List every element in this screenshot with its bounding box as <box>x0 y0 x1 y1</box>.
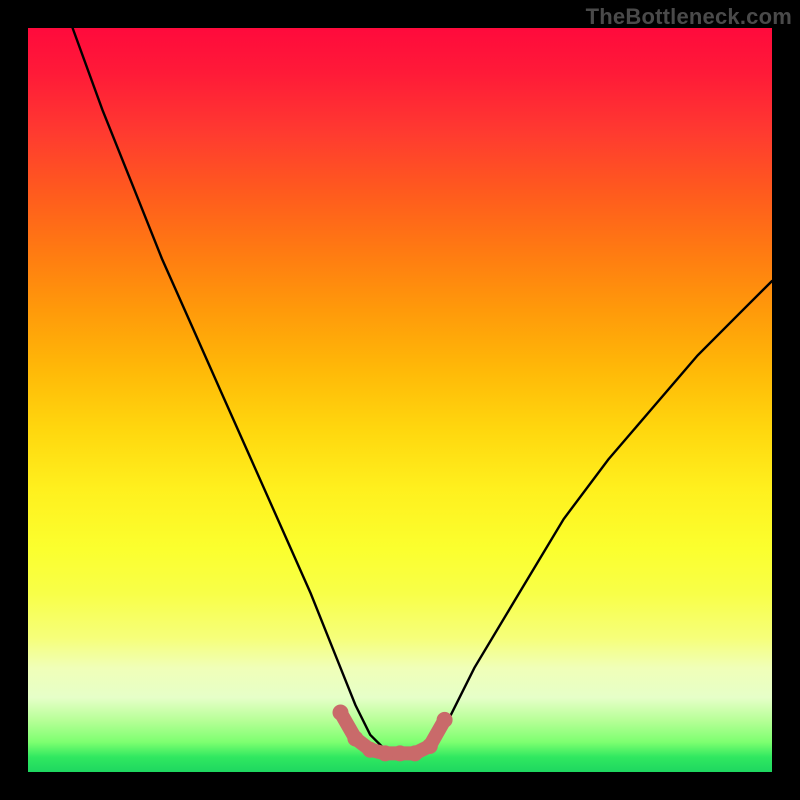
bottleneck-curve <box>73 28 772 753</box>
chart-frame: TheBottleneck.com <box>0 0 800 800</box>
valley-dot <box>333 705 349 721</box>
watermark: TheBottleneck.com <box>586 4 792 30</box>
plot-area <box>28 28 772 772</box>
valley-dot <box>437 712 453 728</box>
valley-dot <box>362 742 378 758</box>
valley-dot <box>347 731 363 747</box>
valley-dot <box>377 745 393 761</box>
valley-dot <box>422 738 438 754</box>
valley-dot <box>407 745 423 761</box>
curve-svg <box>28 28 772 772</box>
valley-dot <box>392 745 408 761</box>
